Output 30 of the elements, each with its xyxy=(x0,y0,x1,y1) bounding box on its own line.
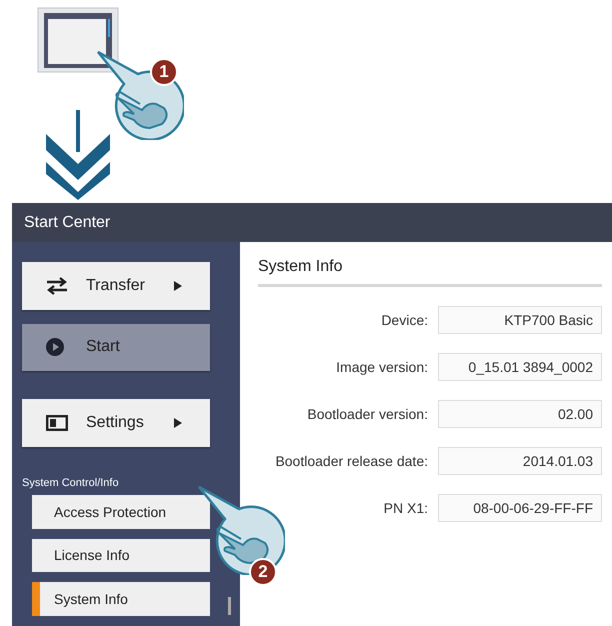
submenu-arrow-icon xyxy=(174,418,182,428)
field-label: Bootloader release date: xyxy=(275,453,428,469)
transfer-arrows-icon xyxy=(46,276,68,295)
info-field: 02.00 xyxy=(438,400,602,428)
panel-icon xyxy=(46,414,68,431)
touch-hand-icon xyxy=(195,485,285,575)
arrow-down-icon xyxy=(44,110,112,200)
field-label: Image version: xyxy=(336,359,428,375)
sidebar-item[interactable]: Access Protection xyxy=(32,494,210,529)
sidebar-button[interactable]: Start xyxy=(22,324,210,372)
scrollbar[interactable] xyxy=(228,597,231,615)
play-icon xyxy=(46,338,64,356)
info-field: 08-00-06-29-FF-FF xyxy=(438,494,602,522)
field-label: PN X1: xyxy=(384,500,428,516)
section-label: System Control/Info xyxy=(22,476,120,489)
window-title: Start Center xyxy=(12,203,612,242)
info-field: 2014.01.03 xyxy=(438,447,602,475)
panel-title: System Info xyxy=(258,258,602,287)
sidebar-item[interactable]: System Info xyxy=(32,582,210,616)
step-badge: 2 xyxy=(249,558,277,586)
field-label: Bootloader version: xyxy=(307,406,428,422)
sidebar-item[interactable]: License Info xyxy=(32,538,210,572)
sidebar-button[interactable]: Settings xyxy=(22,399,210,447)
field-label: Device: xyxy=(381,312,428,328)
info-field: 0_15.01 3894_0002 xyxy=(438,353,602,381)
info-field: KTP700 Basic xyxy=(438,306,602,334)
submenu-arrow-icon xyxy=(174,280,182,291)
sidebar-button[interactable]: Transfer xyxy=(22,262,210,310)
touch-panel-icon xyxy=(37,7,119,73)
step-badge: 1 xyxy=(150,58,178,86)
